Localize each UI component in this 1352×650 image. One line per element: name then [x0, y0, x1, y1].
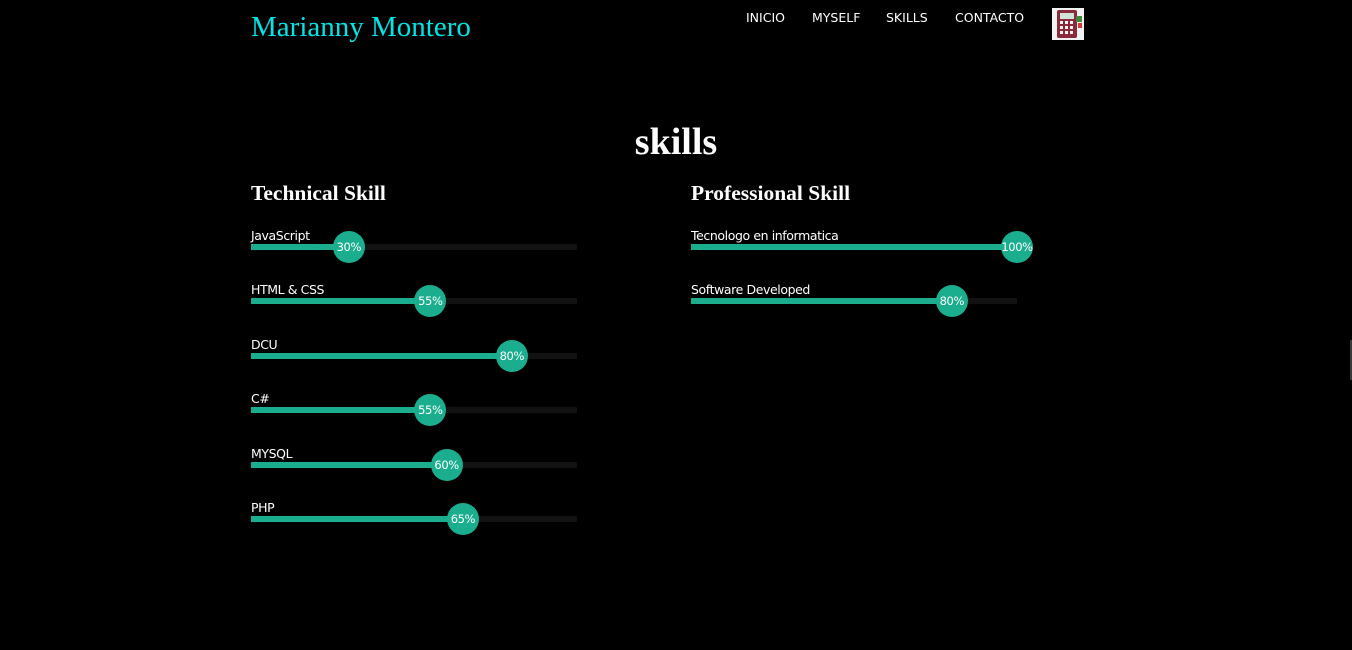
skill-percent-badge: 65% — [446, 503, 479, 535]
skill-label: MYSQL — [251, 445, 293, 461]
skill-percent-badge: 80% — [495, 339, 528, 372]
skill-progress-track: 30% — [251, 231, 577, 263]
skill-progress-track: 80% — [691, 285, 1017, 318]
calculator-icon-graphic — [1052, 8, 1084, 40]
skill-label: Tecnologo en informatica — [691, 228, 839, 243]
skill-progress-fill — [251, 352, 512, 359]
skill-percent-badge: 30% — [332, 231, 365, 263]
skill-progress-fill — [691, 244, 1017, 250]
nav-link-skills[interactable]: SKILLS — [886, 10, 928, 26]
skill-progress-track: 55% — [251, 394, 577, 427]
calculator-icon[interactable] — [1052, 8, 1084, 40]
skill-label: DCU — [251, 336, 278, 352]
skill-progress-track: 60% — [251, 448, 577, 481]
skill-percent-badge: 60% — [430, 448, 463, 481]
skill-label: PHP — [251, 500, 275, 515]
skill-progress-track: 55% — [251, 285, 577, 318]
skill-label: HTML & CSS — [251, 282, 325, 298]
nav-link-inicio[interactable]: INICIO — [746, 10, 785, 26]
skill-progress-track: 65% — [251, 503, 577, 535]
skill-progress-fill — [251, 516, 463, 522]
section-title: skills — [634, 121, 718, 163]
skill-progress-fill — [691, 298, 952, 305]
skill-percent-badge: 100% — [1001, 231, 1033, 263]
skill-label: C# — [251, 391, 270, 407]
skill-percent-badge: 55% — [414, 285, 447, 318]
skill-progress-fill — [251, 461, 447, 468]
skill-percent-badge: 55% — [414, 394, 447, 427]
skill-progress-track: 80% — [251, 339, 577, 372]
technical-skill-heading: Technical Skill — [251, 181, 386, 205]
brand-title[interactable]: Marianny Montero — [251, 9, 471, 45]
skill-percent-badge: 80% — [935, 285, 968, 318]
nav-link-myself[interactable]: MYSELF — [812, 10, 860, 26]
professional-skill-heading: Professional Skill — [691, 181, 851, 205]
skill-progress-fill — [251, 407, 431, 414]
skill-progress-fill — [251, 298, 431, 305]
skill-label: Software Developed — [691, 282, 810, 298]
nav-link-contacto[interactable]: CONTACTO — [955, 10, 1024, 26]
skill-progress-track: 100% — [691, 231, 1033, 263]
skill-label: JavaScript — [251, 228, 310, 243]
